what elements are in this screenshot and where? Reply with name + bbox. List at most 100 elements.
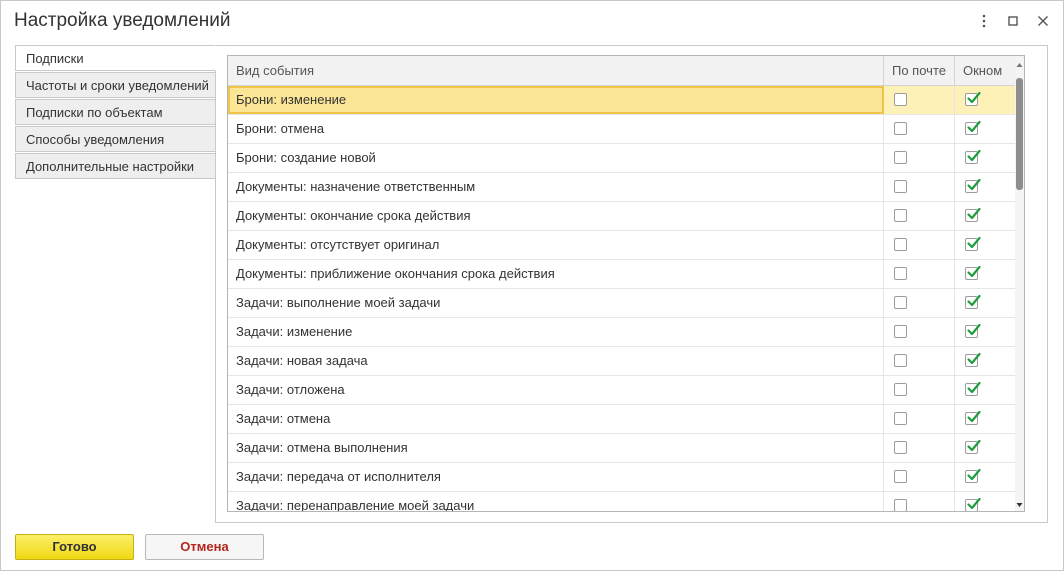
scrollbar-thumb[interactable] [1016,78,1023,190]
table-row[interactable]: Задачи: новая задача [228,347,1015,376]
email-checkbox[interactable] [894,238,907,251]
window-cell [955,347,1015,375]
window-checkbox[interactable] [965,439,981,454]
event-name-cell[interactable]: Задачи: отмена выполнения [228,434,884,462]
window-checkbox[interactable] [965,468,981,483]
title-bar: Настройка уведомлений [1,1,1063,41]
scroll-up-icon[interactable] [1015,58,1024,68]
email-checkbox[interactable] [894,122,907,135]
email-checkbox[interactable] [894,180,907,193]
event-name-cell[interactable]: Брони: изменение [228,86,884,114]
checkmark-icon [967,265,981,278]
table-body: Брони: изменение Брони: отмена Брони: созд… [228,86,1015,511]
checkmark-icon [967,149,981,162]
tab-subscriptions[interactable]: Подписки [15,45,216,71]
email-checkbox[interactable] [894,499,907,511]
done-button[interactable]: Готово [15,534,134,560]
email-cell [884,86,955,114]
email-checkbox[interactable] [894,383,907,396]
email-checkbox[interactable] [894,151,907,164]
email-checkbox[interactable] [894,267,907,280]
event-name-cell[interactable]: Задачи: передача от исполнителя [228,463,884,491]
table-row[interactable]: Брони: отмена [228,115,1015,144]
email-checkbox[interactable] [894,93,907,106]
table-row[interactable]: Задачи: передача от исполнителя [228,463,1015,492]
window-checkbox[interactable] [965,120,981,135]
tab-object-subscriptions[interactable]: Подписки по объектам [15,99,216,125]
table-row[interactable]: Брони: изменение [228,86,1015,115]
tab-label: Подписки [26,51,84,66]
table-row[interactable]: Документы: отсутствует оригинал [228,231,1015,260]
window-checkbox[interactable] [965,91,981,106]
maximize-icon[interactable] [1003,11,1023,31]
table-row[interactable]: Документы: приближение окончания срока д… [228,260,1015,289]
checkmark-icon [967,439,981,452]
email-checkbox[interactable] [894,296,907,309]
tab-notification-methods[interactable]: Способы уведомления [15,126,216,152]
tab-additional-settings[interactable]: Дополнительные настройки [15,153,216,179]
table-row[interactable]: Задачи: отмена [228,405,1015,434]
tab-label: Способы уведомления [26,132,165,147]
email-cell [884,144,955,172]
event-name-cell[interactable]: Задачи: выполнение моей задачи [228,289,884,317]
event-name-cell[interactable]: Документы: назначение ответственным [228,173,884,201]
email-cell [884,231,955,259]
vertical-scrollbar[interactable] [1015,56,1024,511]
table-row[interactable]: Задачи: отложена [228,376,1015,405]
event-name-cell[interactable]: Документы: окончание срока действия [228,202,884,230]
email-checkbox[interactable] [894,354,907,367]
event-name-cell[interactable]: Задачи: отмена [228,405,884,433]
event-name-cell[interactable]: Документы: приближение окончания срока д… [228,260,884,288]
column-header-event[interactable]: Вид события [228,56,884,85]
notification-settings-window: Настройка уведомлений Подписки Частоты и… [0,0,1064,571]
table-row[interactable]: Брони: создание новой [228,144,1015,173]
table-row[interactable]: Задачи: отмена выполнения [228,434,1015,463]
window-checkbox[interactable] [965,207,981,222]
window-checkbox[interactable] [965,323,981,338]
more-vertical-icon[interactable] [974,11,994,31]
tab-label: Подписки по объектам [26,105,163,120]
tab-frequencies-deadlines[interactable]: Частоты и сроки уведомлений [15,72,216,98]
window-checkbox[interactable] [965,178,981,193]
table-row[interactable]: Задачи: перенаправление моей задачи [228,492,1015,511]
window-checkbox[interactable] [965,265,981,280]
checkmark-icon [967,236,981,249]
scroll-down-icon[interactable] [1015,498,1024,508]
table-row[interactable]: Документы: назначение ответственным [228,173,1015,202]
column-header-window[interactable]: Окном [955,56,1015,85]
table-row[interactable]: Задачи: изменение [228,318,1015,347]
cancel-button[interactable]: Отмена [145,534,264,560]
window-checkbox[interactable] [965,149,981,164]
table-row[interactable]: Задачи: выполнение моей задачи [228,289,1015,318]
event-name-cell[interactable]: Задачи: перенаправление моей задачи [228,492,884,511]
table-row[interactable]: Документы: окончание срока действия [228,202,1015,231]
window-cell [955,115,1015,143]
window-checkbox[interactable] [965,410,981,425]
close-icon[interactable] [1033,11,1053,31]
checkmark-icon [967,294,981,307]
email-checkbox[interactable] [894,470,907,483]
event-name-cell[interactable]: Документы: отсутствует оригинал [228,231,884,259]
window-checkbox[interactable] [965,294,981,309]
window-checkbox[interactable] [965,381,981,396]
tab-label: Дополнительные настройки [26,159,195,174]
event-name-cell[interactable]: Задачи: новая задача [228,347,884,375]
email-checkbox[interactable] [894,441,907,454]
event-name-cell[interactable]: Брони: создание новой [228,144,884,172]
event-name-cell[interactable]: Брони: отмена [228,115,884,143]
window-checkbox[interactable] [965,352,981,367]
column-header-email[interactable]: По почте [884,56,955,85]
event-name-cell[interactable]: Задачи: отложена [228,376,884,404]
email-cell [884,463,955,491]
email-checkbox[interactable] [894,412,907,425]
email-checkbox[interactable] [894,209,907,222]
email-checkbox[interactable] [894,325,907,338]
window-cell [955,318,1015,346]
checkmark-icon [967,120,981,133]
window-title: Настройка уведомлений [14,10,231,31]
event-name-cell[interactable]: Задачи: изменение [228,318,884,346]
checkmark-icon [967,410,981,423]
window-checkbox[interactable] [965,497,981,511]
email-cell [884,173,955,201]
window-checkbox[interactable] [965,236,981,251]
